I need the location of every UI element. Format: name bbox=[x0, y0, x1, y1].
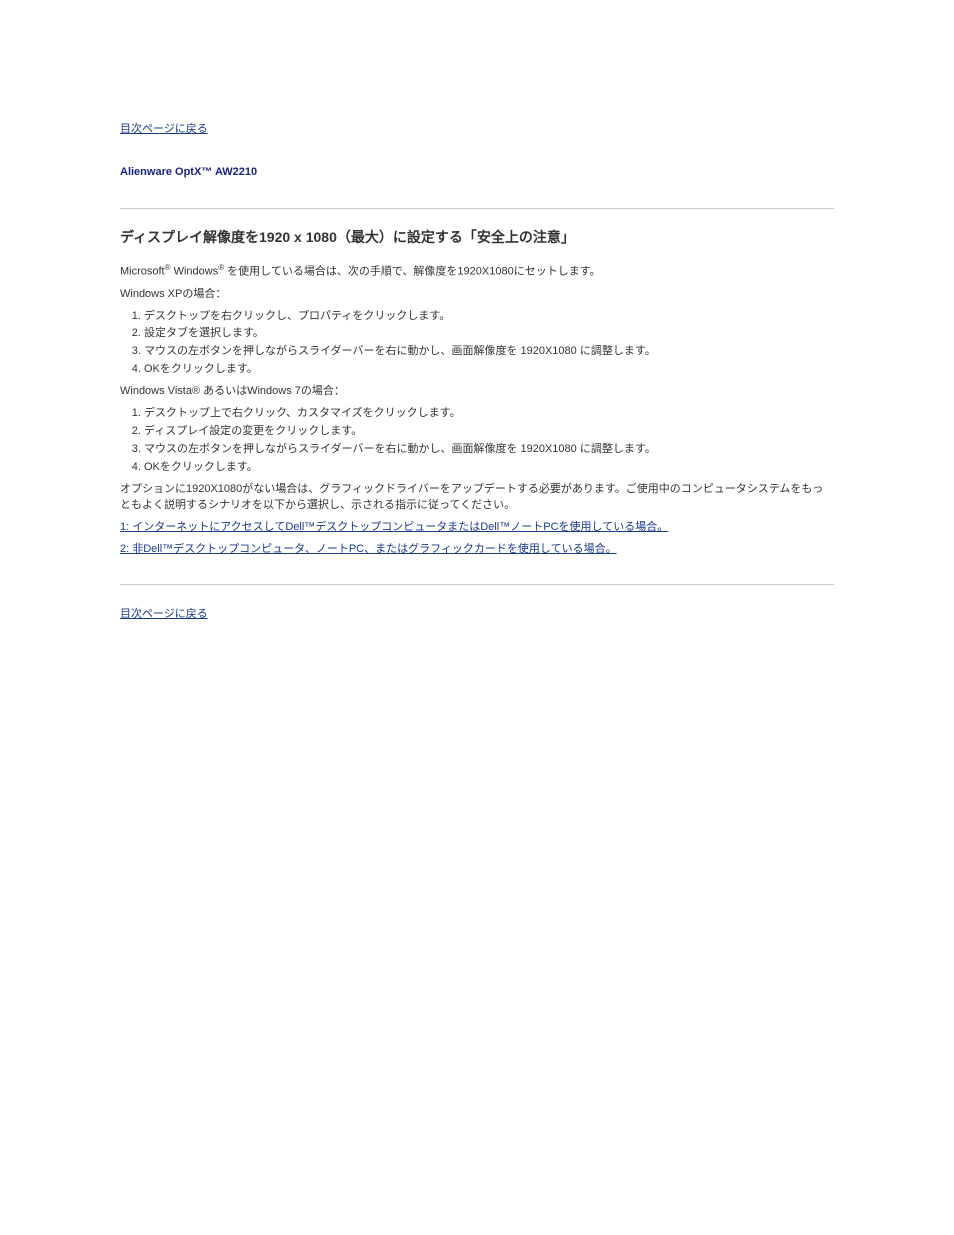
scenario-link-non-dell[interactable]: 2: 非Dell™デスクトップコンピュータ、ノートPC、またはグラフィックカード… bbox=[120, 543, 617, 555]
scenario-link-dell[interactable]: 1: インターネットにアクセスしてDell™デスクトップコンピュータまたはDel… bbox=[120, 521, 668, 533]
intro-text-suffix: を使用している場合は、次の手順で、解像度を1920X1080にセットします。 bbox=[224, 266, 600, 278]
windows-vista-label: Windows Vista® あるいはWindows 7の場合： bbox=[120, 384, 834, 400]
step-vista-4: OKをクリックします。 bbox=[144, 460, 834, 476]
step-xp-4: OKをクリックします。 bbox=[144, 362, 834, 378]
intro-text-prefix: Microsoft bbox=[120, 266, 165, 278]
step-vista-2: ディスプレイ設定の変更をクリックします。 bbox=[144, 424, 834, 440]
product-model-heading: Alienware OptX™ AW2210 bbox=[120, 166, 834, 178]
step-vista-1: デスクトップ上で右クリック、カスタマイズをクリックします。 bbox=[144, 406, 834, 422]
steps-xp: デスクトップを右クリックし、プロパティをクリックします。 設定タブを選択します。… bbox=[120, 309, 834, 379]
step-xp-2: 設定タブを選択します。 bbox=[144, 326, 834, 342]
resolution-heading: ディスプレイ解像度を1920 x 1080（最大）に設定する「安全上の注意」 bbox=[120, 227, 834, 247]
step-vista-3: マウスの左ボタンを押しながらスライダーバーを右に動かし、画面解像度を 1920X… bbox=[144, 442, 834, 458]
outro-paragraph: オプションに1920X1080がない場合は、グラフィックドライバーをアップデート… bbox=[120, 482, 834, 514]
intro-paragraph: Microsoft® Windows® を使用している場合は、次の手順で、解像度… bbox=[120, 262, 834, 281]
back-to-contents-top[interactable]: 目次ページに戻る bbox=[120, 123, 208, 135]
back-to-contents-bottom[interactable]: 目次ページに戻る bbox=[120, 608, 208, 620]
steps-vista: デスクトップ上で右クリック、カスタマイズをクリックします。 ディスプレイ設定の変… bbox=[120, 406, 834, 476]
intro-text-mid: Windows bbox=[171, 266, 219, 278]
divider-top bbox=[120, 208, 834, 209]
windows-xp-label: Windows XPの場合： bbox=[120, 287, 834, 303]
step-xp-1: デスクトップを右クリックし、プロパティをクリックします。 bbox=[144, 309, 834, 325]
step-xp-3: マウスの左ボタンを押しながらスライダーバーを右に動かし、画面解像度を 1920X… bbox=[144, 344, 834, 360]
